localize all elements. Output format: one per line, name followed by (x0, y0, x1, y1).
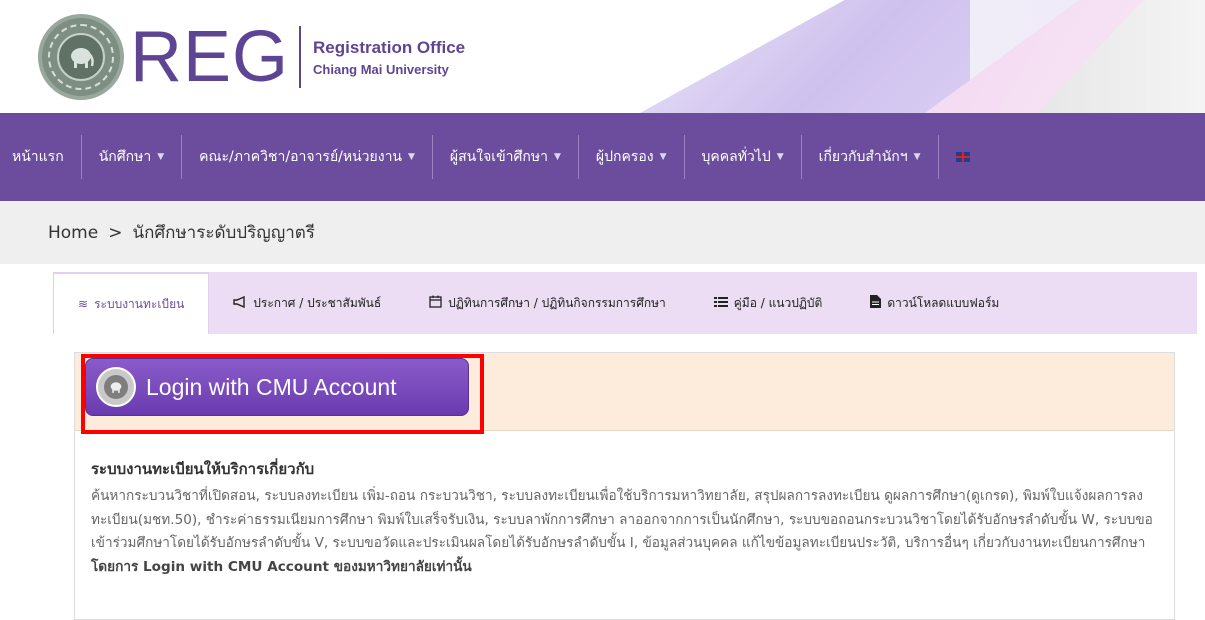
nav-item-label: หน้าแรก (12, 149, 64, 165)
tab-bar: ≋ ระบบงานทะเบียน ประกาศ / ประชาสัมพันธ์ … (53, 272, 1197, 334)
caret-down-icon: ▼ (553, 152, 561, 162)
logo-text: Registration Office Chiang Mai Universit… (313, 38, 465, 77)
logo-subtitle: Chiang Mai University (313, 61, 449, 77)
bullhorn-icon (233, 295, 247, 311)
breadcrumb-separator: > (108, 222, 123, 243)
nav-item-about[interactable]: เกี่ยวกับสำนักฯ ▼ (802, 135, 939, 179)
tab-label: ประกาศ / ประชาสัมพันธ์ (253, 295, 382, 310)
tab-download-forms[interactable]: ดาวน์โหลดแบบฟอร์ม (846, 272, 1023, 334)
service-body-text: ค้นหากระบวนวิชาที่เปิดสอน, ระบบลงทะเบียน… (91, 488, 1153, 551)
file-icon (870, 295, 882, 311)
login-strip: Login with CMU Account (75, 353, 1174, 434)
nav-item-label: ผู้สนใจเข้าศึกษา (449, 149, 548, 165)
breadcrumb: Home > นักศึกษาระดับปริญญาตรี (0, 201, 1205, 264)
breadcrumb-home[interactable]: Home (48, 223, 98, 243)
nav-item-home[interactable]: หน้าแรก (12, 135, 82, 179)
login-cmu-account-button[interactable]: Login with CMU Account (85, 358, 469, 416)
tab-manuals[interactable]: คู่มือ / แนวปฏิบัติ (690, 272, 847, 334)
logo-title: Registration Office (313, 37, 466, 57)
logo-mark: REG (130, 17, 290, 97)
nav-item-label: บุคคลทั่วไป (701, 149, 771, 165)
service-description: ระบบงานทะเบียนให้บริการเกี่ยวกับ ค้นหากร… (75, 431, 1174, 579)
header-decoration (640, 0, 970, 113)
registration-panel: Login with CMU Account ระบบงานทะเบียนให้… (74, 352, 1175, 620)
nav-item-prospective[interactable]: ผู้สนใจเข้าศึกษา ▼ (433, 135, 579, 179)
tab-registration-system[interactable]: ≋ ระบบงานทะเบียน (53, 272, 210, 334)
tab-label: ปฏิทินการศึกษา / ปฏิทินกิจกรรมการศึกษา (448, 295, 666, 310)
main-navigation: หน้าแรก นักศึกษา ▼ คณะ/ภาควิชา/อาจารย์/ห… (0, 113, 1205, 201)
caret-down-icon: ▼ (157, 152, 165, 162)
nav-item-label: ผู้ปกครอง (595, 149, 654, 165)
university-seal-icon (38, 14, 124, 100)
nav-item-label: คณะ/ภาควิชา/อาจารย์/หน่วยงาน (199, 149, 402, 165)
login-button-label: Login with CMU Account (146, 373, 397, 400)
nav-item-public[interactable]: บุคคลทั่วไป ▼ (685, 135, 802, 179)
nav-item-students[interactable]: นักศึกษา ▼ (82, 135, 183, 179)
database-icon: ≋ (78, 297, 89, 311)
caret-down-icon: ▼ (913, 152, 921, 162)
caret-down-icon: ▼ (659, 152, 667, 162)
calendar-icon (429, 295, 442, 311)
cmu-seal-icon (96, 367, 136, 407)
nav-item-faculty[interactable]: คณะ/ภาควิชา/อาจารย์/หน่วยงาน ▼ (182, 135, 433, 179)
caret-down-icon: ▼ (408, 152, 415, 162)
service-body: ค้นหากระบวนวิชาที่เปิดสอน, ระบบลงทะเบียน… (91, 485, 1158, 579)
list-icon (713, 296, 728, 311)
nav-item-label: นักศึกษา (98, 149, 152, 165)
service-heading: ระบบงานทะเบียนให้บริการเกี่ยวกับ (91, 460, 315, 478)
tab-label: คู่มือ / แนวปฏิบัติ (733, 295, 823, 310)
tab-label: ดาวน์โหลดแบบฟอร์ม (887, 295, 1000, 310)
breadcrumb-current: นักศึกษาระดับปริญญาตรี (132, 223, 315, 243)
nav-item-parents[interactable]: ผู้ปกครอง ▼ (579, 135, 685, 179)
site-logo[interactable]: REG Registration Office Chiang Mai Unive… (38, 12, 465, 102)
uk-flag-icon (955, 152, 970, 162)
caret-down-icon: ▼ (776, 152, 784, 162)
language-switch[interactable] (939, 135, 987, 179)
tab-announcements[interactable]: ประกาศ / ประชาสัมพันธ์ (209, 272, 405, 334)
service-body-emphasis: โดยการ Login with CMU Account ของมหาวิทย… (91, 558, 472, 575)
logo-divider (299, 26, 302, 88)
site-header: REG Registration Office Chiang Mai Unive… (0, 0, 1205, 113)
tab-academic-calendar[interactable]: ปฏิทินการศึกษา / ปฏิทินกิจกรรมการศึกษา (405, 272, 690, 334)
tab-label: ระบบงานทะเบียน (94, 296, 185, 311)
nav-item-label: เกี่ยวกับสำนักฯ (818, 149, 908, 165)
